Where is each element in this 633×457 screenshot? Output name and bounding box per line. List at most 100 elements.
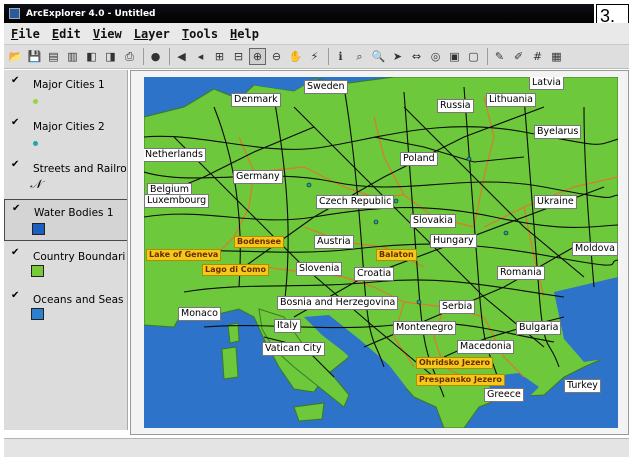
layer-label: Streets and Railro <box>33 163 127 175</box>
label-button[interactable]: ✐ <box>510 48 527 65</box>
status-bar <box>4 438 629 457</box>
stop-button[interactable]: ● <box>147 48 164 65</box>
menu-layer-key: La <box>133 26 149 41</box>
layer-checkbox[interactable]: ✔ <box>11 117 19 128</box>
find-icon: ⌕ <box>356 50 363 63</box>
map-label-netherlands: Netherlands <box>144 148 206 162</box>
menu-edit[interactable]: Edit <box>50 27 83 41</box>
search-button[interactable]: 🔍 <box>370 48 387 65</box>
city-dot-icon <box>33 141 38 146</box>
layer-checkbox[interactable]: ✔ <box>11 159 19 170</box>
edit-button[interactable]: ✎ <box>491 48 508 65</box>
layer-properties-button[interactable]: ◨ <box>102 48 119 65</box>
map-label-macedonia: Macedonia <box>457 340 515 354</box>
map-label-prespansko-jezero: Prespansko Jezero <box>416 374 505 386</box>
remove-layer-button[interactable]: ▥ <box>64 48 81 65</box>
layer-checkbox[interactable]: ✔ <box>11 247 19 258</box>
buffer-button[interactable]: ◎ <box>427 48 444 65</box>
select-button[interactable]: ▣ <box>446 48 463 65</box>
city-dot-icon <box>33 99 38 104</box>
layer-checkbox[interactable]: ✔ <box>12 203 20 214</box>
open-button[interactable]: 📂 <box>7 48 24 65</box>
map-label-ukraine: Ukraine <box>534 195 577 209</box>
hotlink-icon: ⚡ <box>310 50 319 63</box>
map-label-lake-of-geneva: Lake of Geneva <box>146 249 222 261</box>
menu-tools[interactable]: Tools <box>180 27 220 41</box>
back-icon: ◀ <box>177 50 186 63</box>
pan-icon: ✋ <box>288 50 303 63</box>
search-icon: 🔍 <box>371 50 386 63</box>
table-button[interactable]: ▦ <box>548 48 565 65</box>
layer-country-boundaries[interactable]: ✔ Country Boundari <box>4 244 127 284</box>
save-button[interactable]: 💾 <box>26 48 43 65</box>
menu-file[interactable]: File <box>9 27 42 41</box>
locate-button[interactable]: ➤ <box>389 48 406 65</box>
layer-oceans-seas[interactable]: ✔ Oceans and Seas <box>4 287 127 327</box>
zoom-layer-icon: ⊟ <box>233 50 244 63</box>
remove-layer-icon: ▥ <box>67 50 78 63</box>
map-label-monaco: Monaco <box>178 307 221 321</box>
layer-major-cities-2[interactable]: ✔ Major Cities 2 <box>4 114 127 154</box>
grid-button[interactable]: # <box>529 48 546 65</box>
layer-major-cities-1[interactable]: ✔ Major Cities 1 <box>4 72 127 112</box>
map-label-moldova: Moldova <box>572 242 618 256</box>
measure-button[interactable]: ⇔ <box>408 48 425 65</box>
measure-icon: ⇔ <box>411 50 422 63</box>
layer-label: Country Boundari <box>33 251 126 263</box>
menu-bar: File Edit View Layer Tools Help <box>4 23 629 45</box>
menu-layer-rest: yer <box>148 26 170 41</box>
layer-water-bodies-1[interactable]: ✔ Water Bodies 1 <box>4 199 127 241</box>
menu-view-rest: iew <box>100 26 122 41</box>
buffer-icon: ◎ <box>430 50 441 63</box>
toolbar-separator <box>328 48 329 65</box>
map-label-austria: Austria <box>314 235 354 249</box>
layer-checkbox[interactable]: ✔ <box>11 290 19 301</box>
grid-icon: # <box>532 50 543 63</box>
open-icon: 📂 <box>8 50 23 63</box>
find-button[interactable]: ⌕ <box>351 48 368 65</box>
layer-checkbox[interactable]: ✔ <box>11 75 19 86</box>
zoom-full-button[interactable]: ⊞ <box>211 48 228 65</box>
menu-help[interactable]: Help <box>228 27 261 41</box>
zoom-in-button[interactable]: ⊕ <box>249 48 266 65</box>
menu-layer[interactable]: Layer <box>132 27 172 41</box>
back-button[interactable]: ◀ <box>173 48 190 65</box>
zoom-out-icon: ⊖ <box>271 50 282 63</box>
info-button[interactable]: ℹ <box>332 48 349 65</box>
map-label-bodensee: Bodensee <box>234 236 285 248</box>
map-label-bosnia-herzegovina: Bosnia and Herzegovina <box>277 296 399 310</box>
map-label-croatia: Croatia <box>354 267 395 281</box>
menu-view-key: V <box>92 26 101 41</box>
zoom-layer-button[interactable]: ⊟ <box>230 48 247 65</box>
zoom-out-button[interactable]: ⊖ <box>268 48 285 65</box>
pan-button[interactable]: ✋ <box>287 48 304 65</box>
layer-label: Major Cities 2 <box>33 121 105 133</box>
title-bar: ArcExplorer 4.0 - Untitled <box>4 4 594 23</box>
toolbar-separator <box>487 48 488 65</box>
toolbar: 📂 💾 ▤ ▥ ◧ ◨ ⎙ ● ◀ ◂ ⊞ ⊟ ⊕ ⊖ ✋ ⚡ ℹ ⌕ 🔍 ➤ ⇔ ◎ ▣ ▢ ✎ ✐ # ▦ <box>4 45 629 69</box>
label-icon: ✐ <box>513 50 524 63</box>
hotlink-button[interactable]: ⚡ <box>306 48 323 65</box>
fill-symbol-icon <box>31 265 44 277</box>
locate-icon: ➤ <box>392 50 403 63</box>
clear-selection-button[interactable]: ▢ <box>465 48 482 65</box>
zoom-previous-button[interactable]: ◂ <box>192 48 209 65</box>
map-view[interactable]: Latvia Sweden Denmark Russia Lithuania B… <box>144 77 618 428</box>
map-label-montenegro: Montenegro <box>393 321 457 335</box>
map-label-balaton: Balaton <box>376 249 417 261</box>
map-label-hungary: Hungary <box>430 234 477 248</box>
identify-layer-button[interactable]: ◧ <box>83 48 100 65</box>
map-label-lithuania: Lithuania <box>486 93 537 107</box>
add-layer-button[interactable]: ▤ <box>45 48 62 65</box>
identify-layer-icon: ◧ <box>86 50 97 63</box>
zoom-in-icon: ⊕ <box>252 50 263 63</box>
map-label-germany: Germany <box>233 170 283 184</box>
map-label-ohridsko-jezero: Ohridsko Jezero <box>416 357 493 369</box>
menu-edit-rest: dit <box>59 26 81 41</box>
map-label-lago-di-como: Lago di Como <box>202 264 269 276</box>
print-button[interactable]: ⎙ <box>121 48 138 65</box>
add-layer-icon: ▤ <box>48 50 59 63</box>
layer-streets-railroads[interactable]: ✔ Streets and Railro 𝒩 <box>4 156 127 196</box>
sicily-island <box>293 402 325 422</box>
menu-view[interactable]: View <box>91 27 124 41</box>
